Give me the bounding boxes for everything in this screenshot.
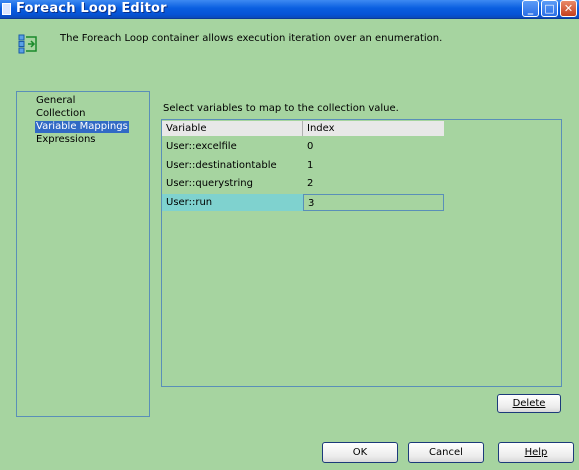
page-description: The Foreach Loop container allows execut… <box>60 33 443 44</box>
close-icon: ✕ <box>563 2 574 15</box>
close-button[interactable]: ✕ <box>560 0 577 17</box>
variable-cell[interactable]: User::excelfile <box>162 138 303 155</box>
table-row[interactable]: User::querystring 2 <box>162 175 444 192</box>
nav-item-variable-mappings[interactable]: Variable Mappings <box>35 121 129 133</box>
column-header-index[interactable]: Index <box>303 121 444 136</box>
mapping-prompt: Select variables to map to the collectio… <box>163 103 399 114</box>
index-cell[interactable]: 1 <box>303 157 444 174</box>
delete-button-label: Delete <box>512 398 546 409</box>
minimize-icon: _ <box>527 2 534 15</box>
variable-cell[interactable]: User::run <box>162 194 303 211</box>
table-row[interactable]: User::destinationtable 1 <box>162 157 444 174</box>
cancel-button[interactable]: Cancel <box>408 442 484 463</box>
help-button-label: Help <box>524 447 548 458</box>
index-cell[interactable]: 0 <box>303 138 444 155</box>
nav-item-general[interactable]: General <box>35 95 76 107</box>
nav-item-collection[interactable]: Collection <box>35 108 86 120</box>
variable-cell[interactable]: User::destinationtable <box>162 157 303 174</box>
maximize-icon: □ <box>544 2 555 15</box>
foreach-loop-icon <box>18 34 37 54</box>
cancel-button-label: Cancel <box>429 447 463 458</box>
index-cell-editing[interactable]: 3 <box>303 194 444 211</box>
help-button[interactable]: Help <box>498 442 574 463</box>
variable-cell[interactable]: User::querystring <box>162 175 303 192</box>
ok-button-label: OK <box>352 447 368 458</box>
table-row[interactable]: User::excelfile 0 <box>162 138 444 155</box>
column-header-variable[interactable]: Variable <box>162 121 303 136</box>
delete-button[interactable]: Delete <box>497 394 561 413</box>
grid-header: Variable Index <box>162 121 444 136</box>
title-bar[interactable]: Foreach Loop Editor _ □ ✕ <box>0 0 579 19</box>
ok-button[interactable]: OK <box>322 442 398 463</box>
window-icon <box>2 3 11 15</box>
nav-item-expressions[interactable]: Expressions <box>35 134 97 146</box>
index-cell[interactable]: 2 <box>303 175 444 192</box>
table-row-selected[interactable]: User::run 3 <box>162 194 444 211</box>
window-title: Foreach Loop Editor <box>16 1 167 16</box>
minimize-button[interactable]: _ <box>522 0 539 17</box>
maximize-button[interactable]: □ <box>541 0 558 17</box>
